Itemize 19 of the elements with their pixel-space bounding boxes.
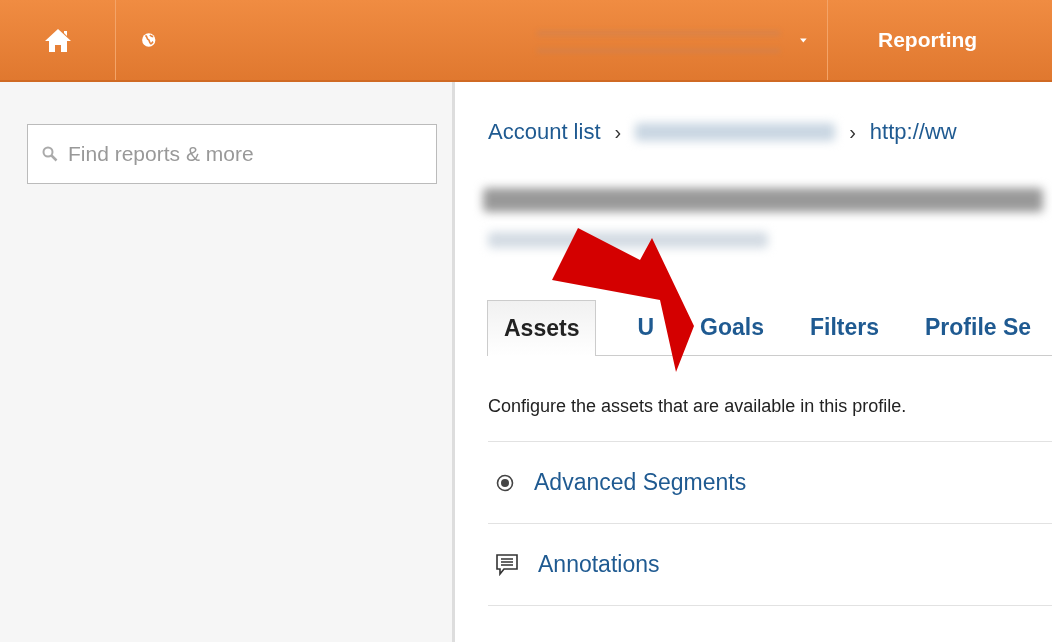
tab[interactable]: Assets xyxy=(487,300,597,356)
description-text: Configure the assets that are available in this profile. xyxy=(488,396,1052,442)
tab[interactable]: Profile Se xyxy=(920,300,1037,355)
breadcrumb-link[interactable]: http://ww xyxy=(869,119,957,145)
caret-icon xyxy=(800,36,807,44)
breadcrumb-separator: › xyxy=(849,120,856,144)
home-icon xyxy=(43,27,72,53)
breadcrumb-link[interactable]: Account list xyxy=(488,119,601,145)
search-input[interactable]: Find reports & more xyxy=(66,141,410,167)
radio-icon xyxy=(496,473,514,492)
search-field[interactable]: Find reports & more xyxy=(27,124,437,184)
tab[interactable]: Goals xyxy=(695,300,769,355)
breadcrumb-separator: › xyxy=(614,120,622,144)
search-icon xyxy=(42,146,58,162)
asset-link[interactable]: Advanced Segments xyxy=(534,469,747,496)
speech-bubble-icon xyxy=(496,553,518,576)
asset-link[interactable]: Annotations xyxy=(538,551,660,578)
tab[interactable]: U xyxy=(632,300,660,355)
tab[interactable]: Filters xyxy=(805,300,884,355)
